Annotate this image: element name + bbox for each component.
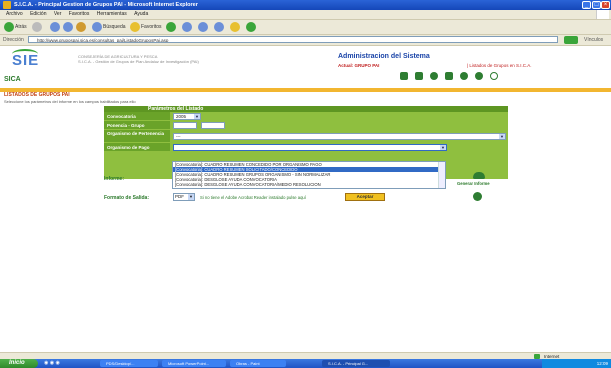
settings-icon[interactable] — [460, 72, 468, 80]
menu-favoritos[interactable]: Favoritos — [69, 10, 90, 19]
home-icon[interactable] — [76, 22, 86, 32]
row-convocatoria: Convocatoria 2005 ▼ — [104, 112, 508, 121]
informe-label: Informe: — [104, 176, 124, 182]
back-arrow-icon[interactable] — [4, 22, 14, 32]
formato-salida-select[interactable]: PDF ▼ — [173, 193, 195, 201]
history-icon[interactable] — [166, 22, 176, 32]
header-subtitle-2: S.I.C.A. - Gestión de Grupos de Plan And… — [78, 59, 199, 64]
section-divider — [0, 88, 611, 92]
ponencia-input[interactable] — [173, 122, 197, 129]
page-header: SIE SICA CONSEJERÍA DE AGRICULTURA Y PES… — [0, 46, 611, 88]
formato-salida-label: Formato de Salida: — [104, 195, 150, 201]
menu-ver[interactable]: Ver — [54, 10, 62, 19]
informe-option[interactable]: [Convocatoria]: DESGLOSE AYUDA CONVOCATO… — [173, 182, 445, 187]
page-title: LISTADOS DE GRUPOS PAI — [4, 92, 70, 98]
acrobat-hint-link[interactable]: Si no tiene el Adobe Acrobat Reader inst… — [200, 195, 306, 200]
ponencia-grupo-label: Ponencia - Grupo — [104, 121, 170, 130]
print-icon[interactable] — [198, 22, 208, 32]
edit-icon[interactable] — [214, 22, 224, 32]
forward-arrow-icon[interactable] — [32, 22, 42, 32]
taskbar-item[interactable]: Microsoft PowerPoint... — [162, 360, 226, 367]
taskbar: Inicio ◉ ◉ ◉ PDS/Desktop/... Microsoft P… — [0, 359, 611, 368]
help-icon[interactable] — [475, 72, 483, 80]
home-icon[interactable] — [400, 72, 408, 80]
convocatoria-select[interactable]: 2005 ▼ — [173, 113, 201, 120]
favorites-label[interactable]: Favoritos — [141, 22, 163, 32]
taskbar-item-active[interactable]: S.I.C.A. - Principal G... — [322, 360, 390, 367]
menu-bar: Archivo Edición Ver Favoritos Herramient… — [0, 10, 611, 20]
windows-logo-icon — [596, 10, 609, 19]
ie-icon — [3, 1, 11, 9]
grupo-input[interactable] — [201, 122, 225, 129]
favorites-star-icon[interactable] — [130, 22, 140, 32]
organismo-pertenencia-value: --- — [176, 134, 181, 139]
window-title: S.I.C.A. - Principal Gestion de Grupos P… — [14, 2, 198, 8]
title-bar: S.I.C.A. - Principal Gestion de Grupos P… — [0, 0, 611, 10]
stop-icon[interactable] — [50, 22, 60, 32]
maximize-button[interactable]: □ — [592, 1, 601, 9]
row-organismo-pago: Organismo de Pago ▼ — [104, 143, 508, 152]
close-button[interactable]: × — [601, 1, 610, 9]
quick-launch-icons[interactable]: ◉ ◉ ◉ — [44, 360, 60, 366]
exit-icon[interactable] — [490, 72, 498, 80]
organismo-pertenencia-label: Organismo de Pertenencia — [104, 130, 170, 143]
go-button[interactable] — [564, 36, 578, 44]
refresh-icon[interactable] — [63, 22, 73, 32]
listbox-scrollbar[interactable] — [438, 162, 445, 188]
instructions-text: Seleccione los parámetros del informe en… — [4, 99, 136, 104]
generate-report-icon[interactable] — [473, 172, 485, 179]
menu-edicion[interactable]: Edición — [30, 10, 46, 19]
generate-report-label[interactable]: Generar Informe — [457, 181, 490, 186]
admin-title: Administracion del Sistema — [338, 53, 430, 60]
toolbar: Atrás Búsqueda Favoritos — [0, 20, 611, 35]
aceptar-button[interactable]: Aceptar — [345, 193, 385, 201]
search-label[interactable]: Búsqueda — [103, 22, 127, 32]
row-organismo-pertenencia: Organismo de Pertenencia --- ▼ — [104, 130, 508, 143]
formato-salida-value: PDF — [175, 194, 184, 199]
search-icon[interactable] — [92, 22, 102, 32]
convocatoria-label: Convocatoria — [104, 112, 170, 121]
address-input[interactable]: http://www.grupospai.sica.es/consultas_p… — [28, 36, 558, 43]
minimize-button[interactable]: _ — [582, 1, 591, 9]
chevron-down-icon[interactable]: ▼ — [440, 145, 446, 150]
clock: 12:09 — [596, 361, 608, 366]
user-icon[interactable] — [430, 72, 438, 80]
organismo-pago-label: Organismo de Pago — [104, 143, 170, 152]
logo-sie: SIE — [12, 52, 40, 69]
mail-icon[interactable] — [182, 22, 192, 32]
menu-ayuda[interactable]: Ayuda — [134, 10, 148, 19]
system-tray: 12:09 — [542, 359, 611, 368]
chevron-down-icon[interactable]: ▼ — [188, 194, 194, 200]
folder-icon[interactable] — [230, 22, 240, 32]
taskbar-item[interactable]: PDS/Desktop/... — [100, 360, 158, 367]
convocatoria-value: 2005 — [176, 114, 187, 119]
menu-archivo[interactable]: Archivo — [6, 10, 23, 19]
start-button[interactable]: Inicio — [0, 359, 38, 368]
address-bar: Dirección http://www.grupospai.sica.es/c… — [0, 35, 611, 46]
taskbar-item[interactable]: Obras - Paint — [230, 360, 286, 367]
organismo-pago-select[interactable]: ▼ — [173, 144, 447, 151]
chevron-down-icon[interactable]: ▼ — [194, 114, 200, 119]
row-ponencia-grupo: Ponencia - Grupo — [104, 121, 508, 130]
listados-link[interactable]: | Listados de Grupos en S.I.C.A. — [467, 63, 531, 68]
address-label: Dirección — [3, 37, 24, 43]
header-icons — [400, 72, 505, 80]
back-label[interactable]: Atrás — [15, 22, 29, 32]
list-icon[interactable] — [415, 72, 423, 80]
links-label[interactable]: Vínculos — [584, 37, 603, 43]
admin-user: Actual: GRUPO PAI — [338, 63, 380, 68]
menu-herramientas[interactable]: Herramientas — [97, 10, 127, 19]
header-subtitle: CONSEJERÍA DE AGRICULTURA Y PESCA S.I.C.… — [78, 54, 199, 64]
help-icon[interactable] — [473, 192, 482, 201]
document-icon[interactable] — [445, 72, 453, 80]
logo-sica: SICA — [4, 76, 21, 83]
organismo-pertenencia-select[interactable]: --- ▼ — [173, 133, 506, 140]
chevron-down-icon[interactable]: ▼ — [499, 134, 505, 139]
messenger-icon[interactable] — [246, 22, 256, 32]
informe-listbox[interactable]: [Convocatoria]: CUADRO RESUMEN CONCEDIDO… — [172, 161, 446, 189]
